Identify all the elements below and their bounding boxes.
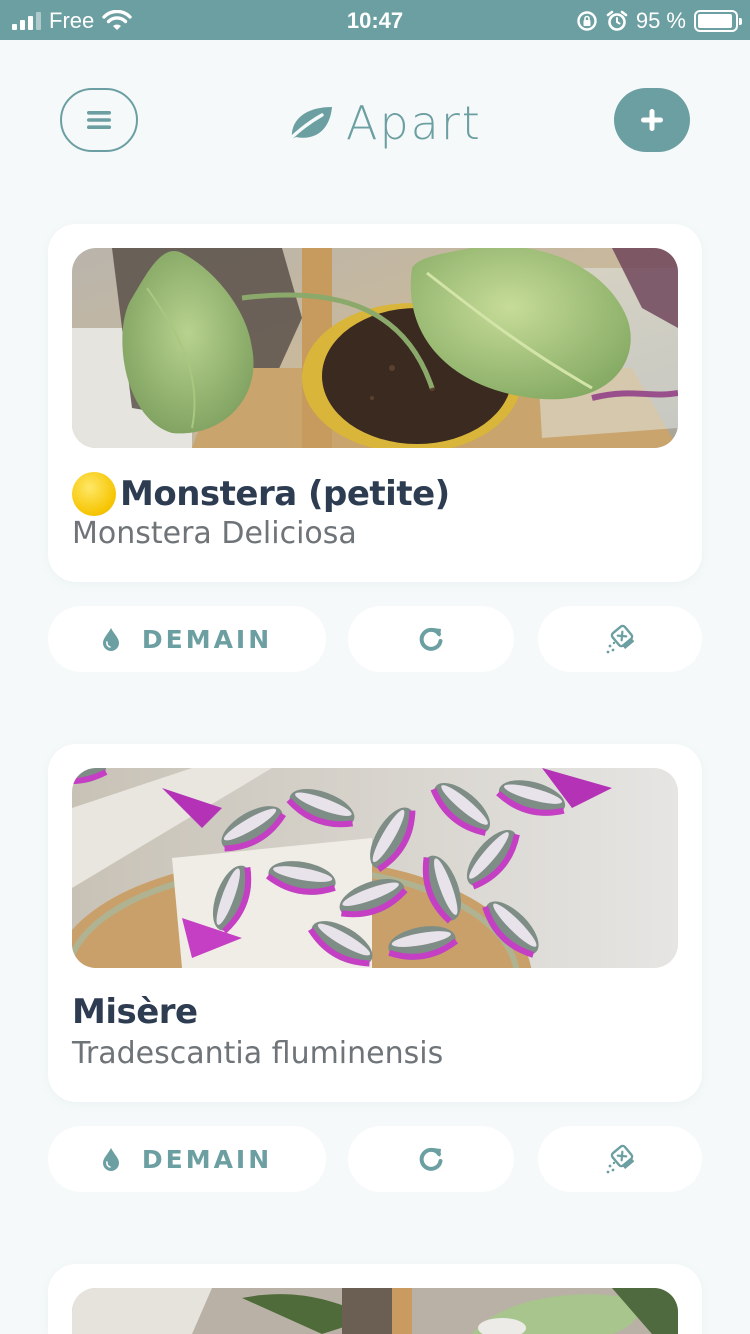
plant-species: Monstera Deliciosa [72,516,357,551]
status-bar: Free 10:47 95 % [0,0,750,40]
plus-icon [641,109,663,131]
app-logo: Apart [286,96,482,150]
repot-button[interactable] [348,1126,514,1192]
plant-photo [72,1288,678,1334]
water-button[interactable]: DEMAIN [48,1126,326,1192]
leaf-icon [286,107,332,143]
plant-card[interactable] [48,1264,702,1334]
status-yellow-icon [72,472,116,516]
battery-percent: 95 % [635,8,686,33]
fertilize-button[interactable] [538,1126,702,1192]
repot-button[interactable] [348,606,514,672]
battery-icon [694,10,742,32]
refresh-icon [419,1147,443,1171]
plant-card[interactable]: Monstera (petite) Monstera Deliciosa [48,224,702,582]
refresh-icon [419,627,443,651]
rotation-lock-icon [577,11,597,31]
status-bar-right: 95 % [576,8,742,34]
fertilizer-icon [606,624,634,654]
plant-photo [72,248,678,448]
plant-name: Misère [72,992,198,1032]
app-name: Apart [346,96,482,150]
menu-button[interactable] [60,88,138,152]
plant-photo [72,768,678,968]
plant-name: Monstera (petite) [72,472,450,516]
alarm-icon [606,10,628,31]
fertilizer-icon [606,1144,634,1174]
add-plant-button[interactable] [614,88,690,152]
water-button[interactable]: DEMAIN [48,606,326,672]
water-drop-icon [102,628,119,651]
water-label: DEMAIN [141,1144,273,1174]
water-label: DEMAIN [141,624,273,654]
fertilize-button[interactable] [538,606,702,672]
plant-card[interactable]: Misère Tradescantia fluminensis [48,744,702,1102]
menu-icon [87,111,111,129]
plant-species: Tradescantia fluminensis [72,1036,444,1071]
plant-name-text: Monstera (petite) [120,474,450,514]
plant-name-text: Misère [72,992,198,1032]
water-drop-icon [102,1148,119,1171]
